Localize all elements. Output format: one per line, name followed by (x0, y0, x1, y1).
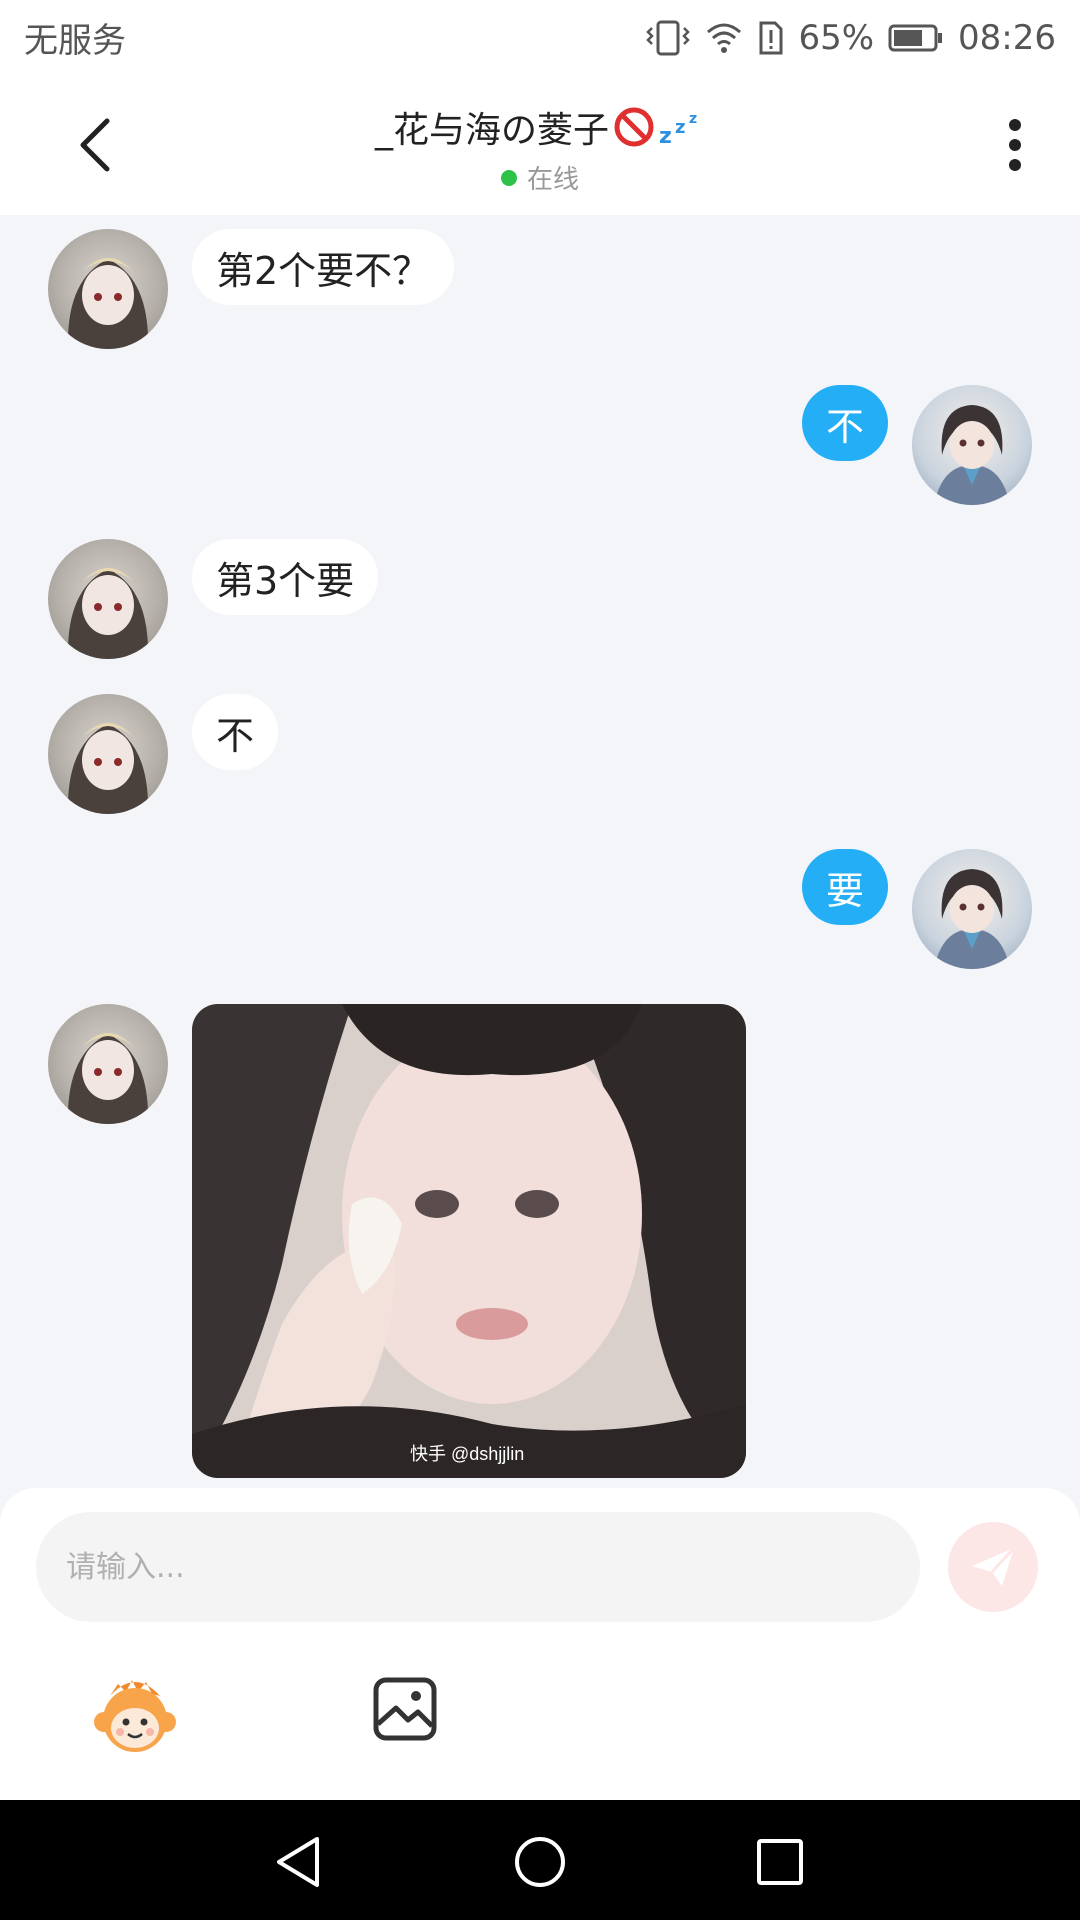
sleeping-zzz-icon: z z z (659, 111, 697, 147)
chat-title: _花与海の菱子 z z z (375, 101, 705, 153)
contact-avatar[interactable] (48, 1004, 168, 1124)
photo-girl-crying-image (192, 1004, 746, 1478)
svg-text:z: z (659, 124, 672, 147)
title-block: _花与海の菱子 z z z 在线 (0, 101, 1080, 196)
avatar-girl-icon (67, 568, 149, 659)
image-message[interactable]: 快手 @dshjjlin (192, 1004, 746, 1478)
contact-avatar[interactable] (48, 694, 168, 814)
more-vertical-icon (1009, 119, 1021, 171)
image-picker-button[interactable] (372, 1676, 438, 1742)
image-icon (373, 1677, 437, 1741)
system-nav-bar (0, 1800, 1080, 1920)
message-bubble[interactable]: 第3个要 (192, 539, 379, 615)
contact-avatar[interactable] (48, 229, 168, 349)
my-avatar[interactable] (912, 849, 1032, 969)
avatar-girl-icon (67, 258, 149, 349)
contact-avatar[interactable] (48, 539, 168, 659)
message-bubble-self[interactable]: 不 (801, 385, 888, 461)
nav-recents-button[interactable] (752, 1834, 808, 1890)
vibrate-icon (646, 20, 691, 55)
emoji-button[interactable] (92, 1674, 178, 1760)
battery-percent: 65% (798, 17, 875, 58)
svg-text:z: z (689, 111, 697, 127)
message-bubble-self[interactable]: 要 (801, 849, 888, 925)
message-bubble[interactable]: 第2个要不？ (192, 229, 455, 305)
send-button[interactable] (948, 1522, 1038, 1612)
monkey-emoji-icon (94, 1680, 176, 1752)
my-avatar[interactable] (912, 385, 1032, 505)
battery-icon (888, 24, 943, 51)
avatar-girl-icon (67, 1033, 149, 1124)
online-status-text: 在线 (526, 165, 579, 195)
message-bubble[interactable]: 不 (192, 694, 279, 770)
online-dot-icon (500, 169, 517, 186)
image-watermark: 快手 @dshjjlin (410, 1444, 525, 1464)
chat-header: _花与海の菱子 z z z 在线 (0, 75, 1080, 215)
triangle-back-icon (277, 1837, 319, 1887)
no-entry-icon (614, 107, 654, 147)
avatar-schoolgirl-icon (934, 405, 1010, 505)
wifi-icon (707, 23, 742, 53)
more-options-button[interactable] (990, 110, 1040, 180)
message-input[interactable] (36, 1512, 920, 1622)
svg-text:z: z (675, 117, 685, 138)
contact-name: _花与海の菱子 (374, 110, 609, 151)
avatar-schoolgirl-icon (934, 869, 1010, 969)
avatar-girl-icon (67, 723, 149, 814)
square-recents-icon (757, 1839, 803, 1885)
input-panel (0, 1488, 1080, 1800)
sim-alert-icon (759, 21, 783, 54)
clock-time: 08:26 (958, 17, 1056, 58)
online-status: 在线 (0, 159, 1080, 196)
nav-home-button[interactable] (512, 1834, 568, 1890)
nav-back-button[interactable] (270, 1834, 326, 1890)
paper-plane-icon (972, 1546, 1016, 1586)
status-icons: 65% 08:26 (646, 18, 1056, 58)
status-bar: 无服务 65% 08:26 (0, 0, 1080, 75)
carrier-text: 无服务 (24, 21, 126, 61)
circle-home-icon (515, 1837, 565, 1887)
